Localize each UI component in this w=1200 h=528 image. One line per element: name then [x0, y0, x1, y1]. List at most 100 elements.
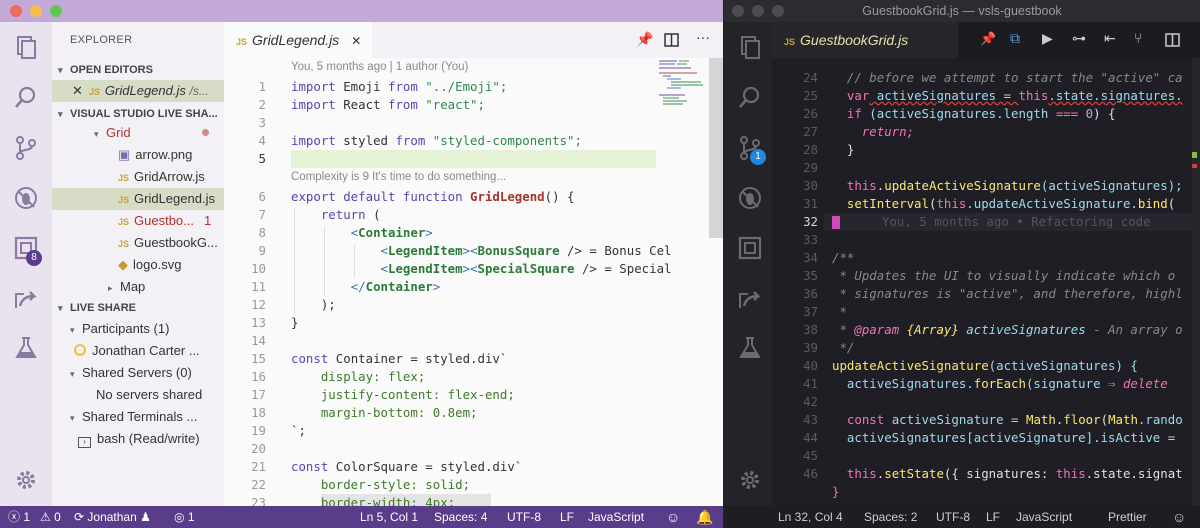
minimap[interactable]	[657, 58, 709, 118]
line-number: 2	[258, 97, 266, 112]
left-code-area[interactable]: You, 5 months ago | 1 author (You) 1 imp…	[224, 58, 723, 506]
terminal-bash[interactable]: › bash (Read/write)	[52, 428, 224, 450]
run-icon[interactable]: ▶	[1042, 30, 1053, 47]
line-number: 43	[803, 412, 818, 427]
open-editor-item[interactable]: ✕ JS GridLegend.js /s...	[52, 80, 224, 102]
file-logo-svg[interactable]: ◆ logo.svg	[52, 254, 224, 276]
vertical-scrollbar[interactable]	[709, 58, 723, 238]
pin-icon[interactable]: 📌	[980, 31, 996, 47]
extensions-badge: 8	[26, 250, 42, 266]
shared-terminals-node[interactable]: ▾ Shared Terminals ...	[52, 406, 224, 428]
encoding[interactable]: UTF-8	[936, 506, 970, 528]
compare-icon[interactable]: ⧉	[1010, 30, 1020, 47]
shared-terminals-label: Shared Terminals ...	[82, 409, 198, 424]
live-share-user-indicator[interactable]: ⟳ Jonathan ♟	[74, 506, 151, 528]
file-guestbookg[interactable]: JS GuestbookG...	[52, 232, 224, 254]
indentation[interactable]: Spaces: 2	[864, 506, 917, 528]
line-number: 19	[251, 423, 266, 438]
debug-icon[interactable]	[12, 184, 40, 212]
source-control-icon[interactable]	[12, 134, 40, 162]
test-flask-icon[interactable]	[12, 334, 40, 362]
warnings-indicator[interactable]: ⚠ 0	[40, 506, 61, 528]
share-count: 1	[187, 510, 195, 524]
complexity-codelens[interactable]: Complexity is 9 It's time to do somethin…	[291, 171, 506, 183]
code-line: // before we attempt to start the "activ…	[846, 70, 1183, 85]
explorer-icon[interactable]	[736, 34, 764, 62]
settings-gear-icon[interactable]	[12, 466, 40, 494]
participant-jonathan[interactable]: Jonathan Carter ...	[52, 340, 224, 362]
blame-codelens[interactable]: You, 5 months ago | 1 author (You)	[291, 61, 468, 73]
close-editor-icon[interactable]: ✕	[72, 83, 83, 98]
close-window-button[interactable]	[732, 5, 744, 17]
no-servers-item: No servers shared	[52, 384, 224, 406]
formatter[interactable]: Prettier	[1108, 506, 1147, 528]
source-control-badge: 1	[750, 149, 766, 165]
right-titlebar: GuestbookGrid.js — vsls-guestbook	[724, 0, 1200, 22]
split-editor-icon[interactable]	[1165, 33, 1180, 47]
toggle-blame-icon[interactable]: ⊶	[1072, 30, 1086, 47]
participants-node[interactable]: ▾ Participants (1)	[52, 318, 224, 340]
more-actions-icon[interactable]: ···	[696, 29, 710, 45]
debug-icon[interactable]	[736, 184, 764, 212]
line-ending[interactable]: LF	[560, 506, 574, 528]
tab-gridlegend[interactable]: JS GridLegend.js ✕	[224, 22, 372, 58]
tab-label: GuestbookGrid.js	[800, 32, 909, 48]
feedback-smiley-icon[interactable]: ☺	[1172, 506, 1186, 528]
session-header[interactable]: ▾ VISUAL STUDIO LIVE SHA...	[52, 104, 224, 124]
pin-icon[interactable]: 📌	[636, 31, 653, 48]
file-gridarrow-js[interactable]: JS GridArrow.js	[52, 166, 224, 188]
code-line: import Emoji from "../Emoji";	[291, 79, 508, 94]
explorer-icon[interactable]	[12, 34, 40, 62]
code-line: const activeSignature = Math.floor(Math.…	[846, 412, 1183, 427]
shared-session-indicator[interactable]: ◎ 1	[174, 506, 195, 528]
right-vertical-scrollbar[interactable]	[1192, 58, 1200, 506]
cursor-position[interactable]: Ln 32, Col 4	[778, 506, 843, 528]
right-code-area[interactable]: 24 // before we attempt to start the "ac…	[772, 58, 1200, 506]
shared-servers-node[interactable]: ▾ Shared Servers (0)	[52, 362, 224, 384]
encoding[interactable]: UTF-8	[507, 506, 541, 528]
errors-indicator[interactable]: ⓧ 1	[8, 506, 30, 528]
live-share-header[interactable]: ▾ LIVE SHARE	[52, 298, 224, 318]
folder-grid[interactable]: ▾ Grid	[52, 122, 224, 144]
minimize-window-button[interactable]	[752, 5, 764, 17]
current-line-highlight	[291, 150, 656, 168]
git-history-icon[interactable]: ⑂	[1134, 30, 1142, 46]
close-window-button[interactable]	[10, 5, 22, 17]
split-editor-icon[interactable]	[664, 33, 679, 47]
notifications-bell-icon[interactable]: 🔔	[696, 506, 713, 528]
participants-label: Participants (1)	[82, 321, 170, 336]
code-line: * Updates the UI to visually indicate wh…	[839, 268, 1176, 283]
indentation[interactable]: Spaces: 4	[434, 506, 487, 528]
no-servers-label: No servers shared	[96, 387, 203, 402]
live-share-icon[interactable]	[12, 284, 40, 312]
search-icon[interactable]	[12, 84, 40, 112]
live-share-icon[interactable]	[736, 284, 764, 312]
file-gridlegend-js[interactable]: JS GridLegend.js	[52, 188, 224, 210]
minimize-window-button[interactable]	[30, 5, 42, 17]
feedback-smiley-icon[interactable]: ☺	[666, 506, 680, 528]
right-status-bar: Ln 32, Col 4 Spaces: 2 UTF-8 LF JavaScri…	[724, 506, 1200, 528]
cursor-position[interactable]: Ln 5, Col 1	[360, 506, 418, 528]
file-guestbookgrid-js[interactable]: JS Guestbo... 1	[52, 210, 224, 232]
zoom-window-button[interactable]	[772, 5, 784, 17]
test-flask-icon[interactable]	[736, 334, 764, 362]
error-count: 1	[23, 510, 31, 524]
close-tab-icon[interactable]: ✕	[351, 34, 361, 48]
zoom-window-button[interactable]	[50, 5, 62, 17]
line-ending[interactable]: LF	[986, 506, 1000, 528]
js-file-icon: JS	[118, 173, 130, 183]
folder-map[interactable]: ▸ Map	[52, 276, 224, 298]
search-icon[interactable]	[736, 84, 764, 112]
open-editors-header[interactable]: ▾ OPEN EDITORS	[52, 60, 224, 80]
language-mode[interactable]: JavaScript	[588, 506, 644, 528]
language-mode[interactable]: JavaScript	[1016, 506, 1072, 528]
settings-gear-icon[interactable]	[736, 466, 764, 494]
file-arrow-png[interactable]: ▣ arrow.png	[52, 144, 224, 166]
extensions-icon[interactable]	[736, 234, 764, 262]
line-number: 35	[803, 268, 818, 283]
tab-guestbookgrid[interactable]: JS GuestbookGrid.js	[772, 22, 958, 58]
previous-revision-icon[interactable]: ⇤	[1104, 30, 1116, 47]
left-activity-bar: 8	[0, 22, 52, 506]
line-number: 24	[803, 70, 818, 85]
code-line: * signatures is "active", and therefore,…	[839, 286, 1183, 301]
